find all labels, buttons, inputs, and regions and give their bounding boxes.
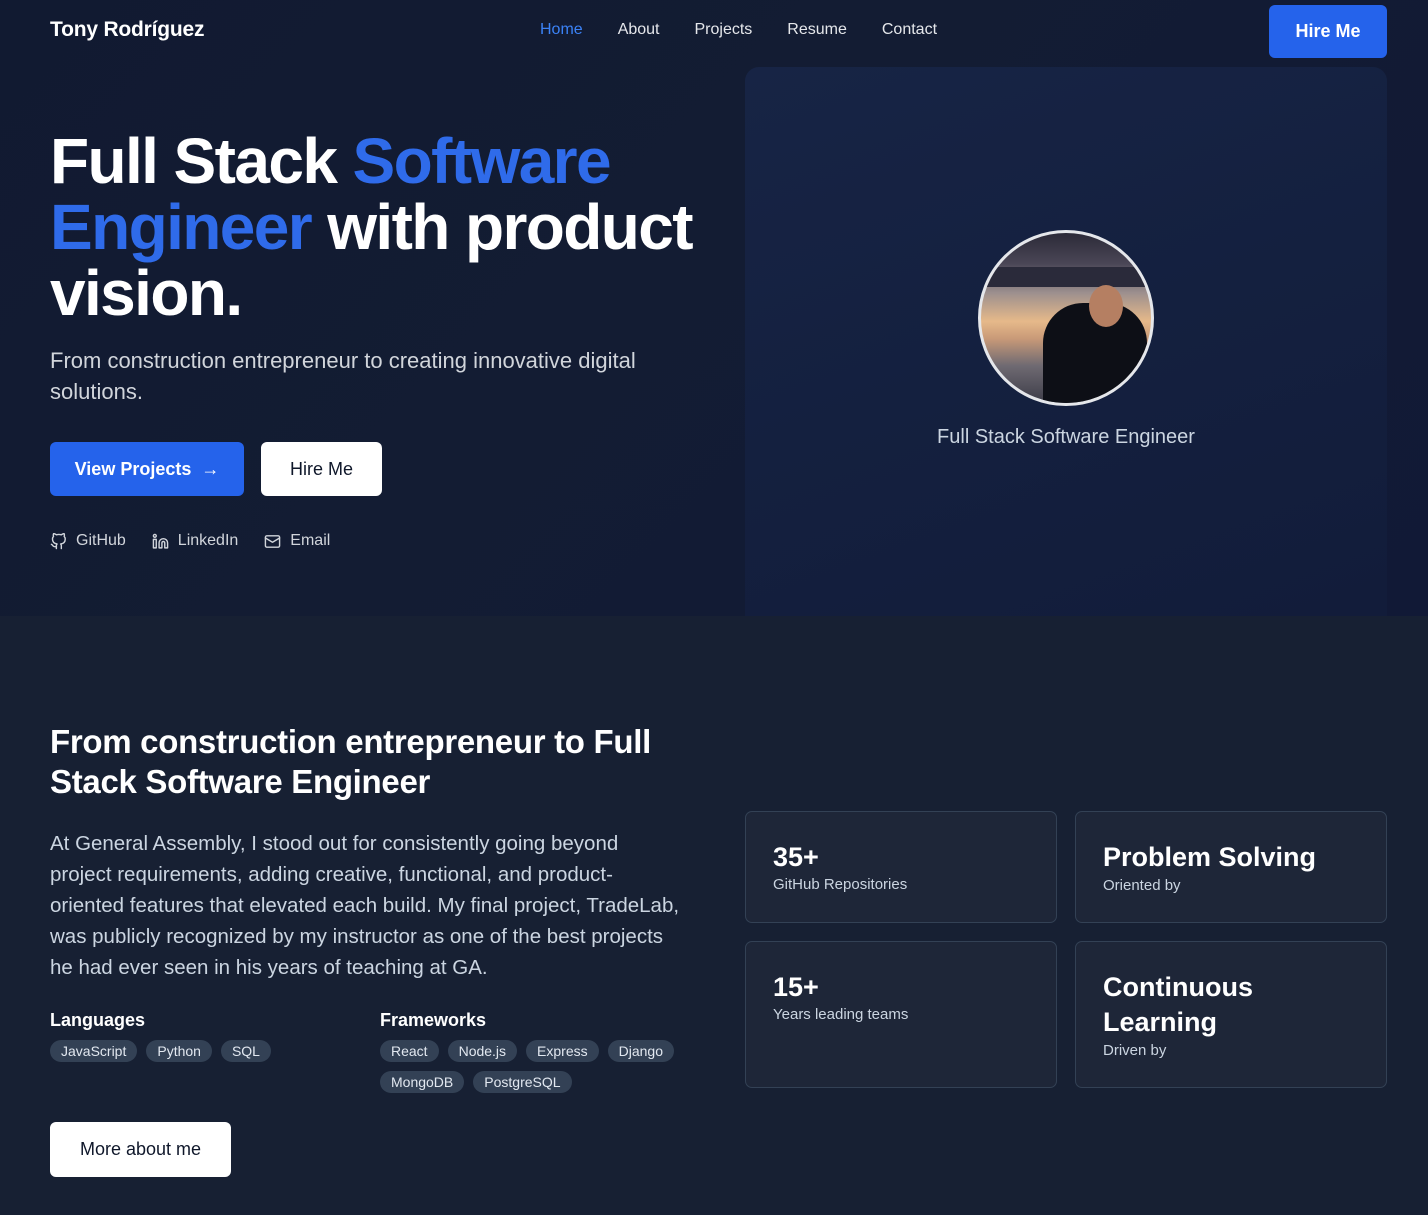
view-projects-label: View Projects <box>74 458 192 479</box>
framework-tag: Node.js <box>447 1040 518 1062</box>
nav-link-home[interactable]: Home <box>540 21 583 39</box>
social-linkedin-link[interactable]: LinkedIn <box>152 532 239 550</box>
stat-card-continuous-learning: Continuous Learning Driven by <box>1075 941 1387 1088</box>
nav-link-resume[interactable]: Resume <box>787 21 847 39</box>
frameworks-title: Frameworks <box>380 1010 487 1030</box>
framework-tag: PostgreSQL <box>473 1071 572 1093</box>
stat-value: Continuous Learning <box>1103 972 1253 1037</box>
profile-card: Full Stack Software Engineer <box>745 67 1387 616</box>
view-projects-button[interactable]: View Projects → <box>50 442 244 496</box>
frameworks-tags: React Node.js Express Django MongoDB Pos… <box>380 1040 700 1093</box>
github-label: GitHub <box>76 532 126 549</box>
hero-hire-me-button[interactable]: Hire Me <box>261 442 382 496</box>
top-nav: Tony Rodríguez Home About Projects Resum… <box>0 0 1428 62</box>
about-body: At General Assembly, I stood out for con… <box>50 832 680 979</box>
about-title: From construction entrepreneur to Full S… <box>50 723 651 800</box>
framework-tag: React <box>380 1040 439 1062</box>
stat-card-repositories: 35+ GitHub Repositories <box>745 811 1057 923</box>
stat-card-problem-solving: Problem Solving Oriented by <box>1075 811 1387 923</box>
stat-label: Oriented by <box>1103 877 1181 894</box>
arrow-right-icon: → <box>201 458 220 479</box>
brand-name[interactable]: Tony Rodríguez <box>50 18 205 42</box>
linkedin-label: LinkedIn <box>177 532 239 549</box>
more-about-me-button[interactable]: More about me <box>50 1122 231 1177</box>
framework-tag: MongoDB <box>380 1071 465 1093</box>
stat-card-leading-teams: 15+ Years leading teams <box>745 941 1057 1088</box>
stat-label: Driven by <box>1103 1042 1167 1059</box>
avatar-photo-beam <box>981 267 1151 287</box>
stat-label: GitHub Repositories <box>773 876 908 893</box>
framework-tag: Django <box>607 1040 674 1062</box>
languages-title: Languages <box>50 1010 146 1030</box>
stat-value: 15+ <box>773 972 819 1002</box>
languages-tags: JavaScript Python SQL <box>50 1040 350 1062</box>
social-links: GitHub LinkedIn Email <box>50 532 330 550</box>
nav-link-about[interactable]: About <box>618 21 660 39</box>
framework-tag: Express <box>526 1040 599 1062</box>
stat-label: Years leading teams <box>773 1006 909 1023</box>
language-tag: JavaScript <box>50 1040 138 1062</box>
profile-avatar <box>978 230 1154 406</box>
nav-hire-me-button[interactable]: Hire Me <box>1269 5 1387 58</box>
nav-link-projects[interactable]: Projects <box>695 21 753 39</box>
github-icon <box>50 532 66 549</box>
language-tag: SQL <box>220 1040 271 1062</box>
language-tag: Python <box>146 1040 212 1062</box>
mail-icon <box>265 534 281 548</box>
headline-text-1: Full Stack <box>50 125 353 197</box>
frameworks-group: Frameworks React Node.js Express Django … <box>380 1010 700 1093</box>
linkedin-icon <box>152 533 169 549</box>
social-github-link[interactable]: GitHub <box>50 532 126 550</box>
nav-links: Home About Projects Resume Contact <box>540 21 937 39</box>
nav-link-contact[interactable]: Contact <box>882 21 937 39</box>
hero-section: Tony Rodríguez Home About Projects Resum… <box>0 0 1428 616</box>
hero-headline: Full Stack Software Engineer with produc… <box>50 128 710 326</box>
stat-value: Problem Solving <box>1103 842 1317 872</box>
stat-value: 35+ <box>773 842 819 872</box>
hero-subtitle: From construction entrepreneur to creati… <box>50 348 636 404</box>
email-label: Email <box>290 532 331 549</box>
avatar-photo-head <box>1089 285 1123 327</box>
languages-group: Languages JavaScript Python SQL <box>50 1010 350 1062</box>
profile-role: Full Stack Software Engineer <box>937 426 1195 448</box>
social-email-link[interactable]: Email <box>264 532 330 550</box>
